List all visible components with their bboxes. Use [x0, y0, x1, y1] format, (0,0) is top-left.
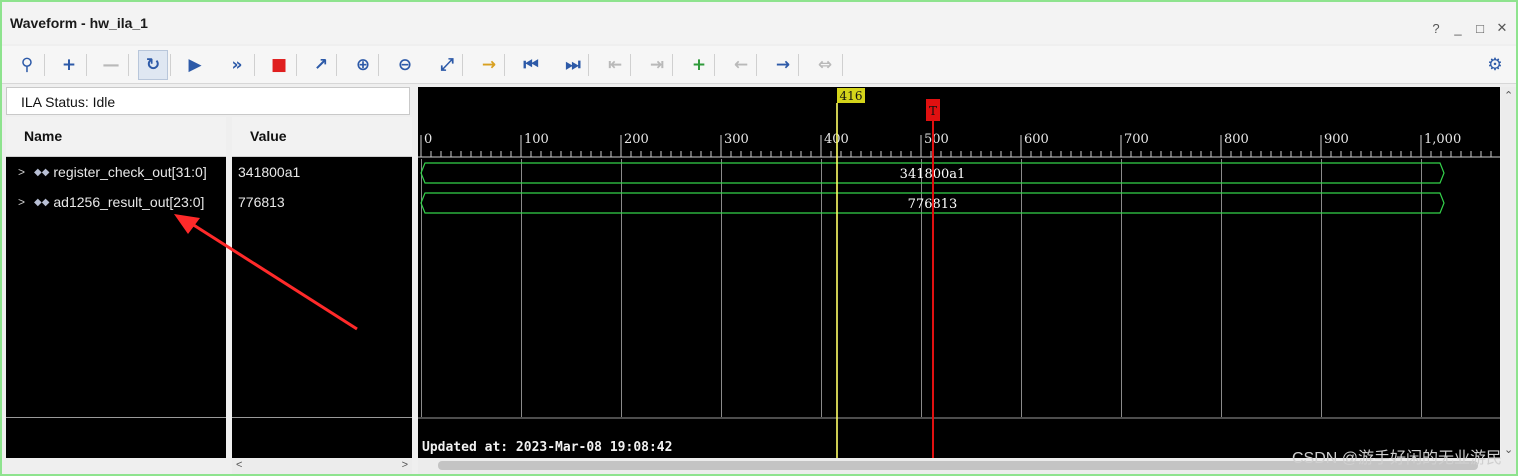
toolbar-separator [756, 54, 757, 76]
signal-name: register_check_out[31:0] [53, 164, 207, 180]
vertical-scrollbar[interactable]: ⌃ ⌄ [1501, 87, 1516, 458]
signal-row-1[interactable]: > ◆◆ ad1256_result_out[23:0] [6, 189, 226, 215]
ila-status: ILA Status: Idle [6, 87, 410, 115]
time-tick-label: 800 [1224, 132, 1249, 147]
zoom-in-icon[interactable]: ⊕ [348, 50, 378, 80]
time-tick-label: 100 [524, 132, 549, 147]
toolbar-separator [128, 54, 129, 76]
value-row-1[interactable]: 776813 [232, 189, 412, 215]
time-tick-label: 1,000 [1424, 132, 1461, 147]
toolbar: ⚙ ⚲ + — ↻ ▶ » ■ ↗ ⊕ ⊖ ⤢ → ⏮ ⏭ ⇤ ⇥ + ← → ⇔ [2, 46, 1516, 84]
ila-status-label: ILA Status: [21, 94, 89, 110]
go-to-cursor-icon[interactable]: → [474, 50, 504, 80]
previous-marker-icon[interactable]: ← [726, 50, 756, 80]
previous-transition-icon[interactable]: ⇤ [600, 50, 630, 80]
waveform-window: Waveform - hw_ila_1 ? _ □ ✕ ⚙ ⚲ + — ↻ ▶ » ■ ↗ ⊕ ⊖… [0, 0, 1518, 476]
name-column-header[interactable]: Name [6, 117, 226, 157]
stop-trigger-icon[interactable]: ■ [264, 50, 294, 80]
signal-row-0[interactable]: > ◆◆ register_check_out[31:0] [6, 159, 226, 185]
toolbar-separator [296, 54, 297, 76]
scroll-left-icon[interactable]: < [236, 459, 242, 471]
toolbar-separator [254, 54, 255, 76]
waveform-viewer[interactable]: 01002003004005006007008009001,000341800a… [418, 87, 1500, 458]
trigger-label: T [929, 104, 937, 118]
remove-icon[interactable]: — [96, 50, 126, 80]
next-transition-icon[interactable]: ⇥ [642, 50, 672, 80]
scroll-up-icon[interactable]: ⌃ [1504, 89, 1513, 102]
waveform-canvas[interactable]: 01002003004005006007008009001,000341800a… [418, 87, 1500, 458]
minimize-icon[interactable]: _ [1450, 20, 1466, 36]
time-tick-label: 500 [924, 132, 949, 147]
updated-timestamp: Updated at: 2023-Mar-08 19:08:42 [422, 440, 672, 455]
toolbar-separator [378, 54, 379, 76]
toolbar-separator [462, 54, 463, 76]
signal-name: ad1256_result_out[23:0] [53, 194, 205, 210]
zoom-fit-icon[interactable]: ⤢ [432, 50, 462, 80]
export-icon[interactable]: ↗ [306, 50, 336, 80]
bus-signal-icon: ◆◆ [34, 196, 50, 208]
scroll-right-icon[interactable]: > [402, 459, 408, 471]
toolbar-separator [44, 54, 45, 76]
go-to-start-icon[interactable]: ⏮ [516, 50, 546, 80]
signal-value: 341800a1 [238, 164, 301, 180]
window-title: Waveform - hw_ila_1 [10, 15, 148, 31]
cursor-label: 416 [840, 89, 863, 103]
watermark: CSDN @游手好闲的无业游民 [1291, 450, 1502, 467]
toolbar-separator [336, 54, 337, 76]
toolbar-separator [86, 54, 87, 76]
signal-value: 776813 [238, 194, 285, 210]
time-tick-label: 300 [724, 132, 749, 147]
run-trigger-repeat-icon[interactable]: » [222, 50, 252, 80]
value-row-0[interactable]: 341800a1 [232, 159, 412, 185]
window-controls: ? _ □ ✕ [1428, 20, 1510, 36]
pane-divider [6, 417, 226, 418]
search-icon[interactable]: ⚲ [12, 50, 42, 80]
close-icon[interactable]: ✕ [1494, 20, 1510, 36]
toolbar-separator [714, 54, 715, 76]
time-tick-label: 900 [1324, 132, 1349, 147]
time-tick-label: 600 [1024, 132, 1049, 147]
add-marker-icon[interactable]: + [684, 50, 714, 80]
toolbar-separator [588, 54, 589, 76]
help-icon[interactable]: ? [1428, 20, 1444, 36]
add-icon[interactable]: + [54, 50, 84, 80]
go-to-end-icon[interactable]: ⏭ [558, 50, 588, 80]
time-tick-label: 0 [424, 132, 432, 147]
time-tick-label: 200 [624, 132, 649, 147]
run-trigger-immediate-icon[interactable]: ↻ [138, 50, 168, 80]
settings-gear-icon[interactable]: ⚙ [1480, 50, 1510, 80]
ila-status-value: Idle [92, 94, 116, 110]
toolbar-separator [842, 54, 843, 76]
toolbar-separator [504, 54, 505, 76]
bus-signal-icon: ◆◆ [34, 166, 50, 178]
zoom-out-icon[interactable]: ⊖ [390, 50, 420, 80]
toolbar-separator [630, 54, 631, 76]
toolbar-separator [672, 54, 673, 76]
toolbar-separator [798, 54, 799, 76]
value-column-header[interactable]: Value [232, 117, 412, 157]
time-tick-label: 700 [1124, 132, 1149, 147]
maximize-icon[interactable]: □ [1472, 20, 1488, 36]
next-marker-icon[interactable]: → [768, 50, 798, 80]
swap-cursors-icon[interactable]: ⇔ [810, 50, 840, 80]
name-pane: Name > ◆◆ register_check_out[31:0] > ◆◆ … [6, 117, 226, 458]
title-bar: Waveform - hw_ila_1 ? _ □ ✕ [2, 2, 1516, 44]
pane-divider [232, 417, 412, 418]
expand-chevron-icon[interactable]: > [18, 165, 28, 179]
toolbar-separator [170, 54, 171, 76]
value-pane: Value 341800a1 776813 [232, 117, 412, 458]
run-trigger-icon[interactable]: ▶ [180, 50, 210, 80]
expand-chevron-icon[interactable]: > [18, 195, 28, 209]
value-horizontal-scrollbar[interactable]: < > [232, 458, 412, 474]
scroll-down-icon[interactable]: ⌄ [1504, 443, 1513, 456]
